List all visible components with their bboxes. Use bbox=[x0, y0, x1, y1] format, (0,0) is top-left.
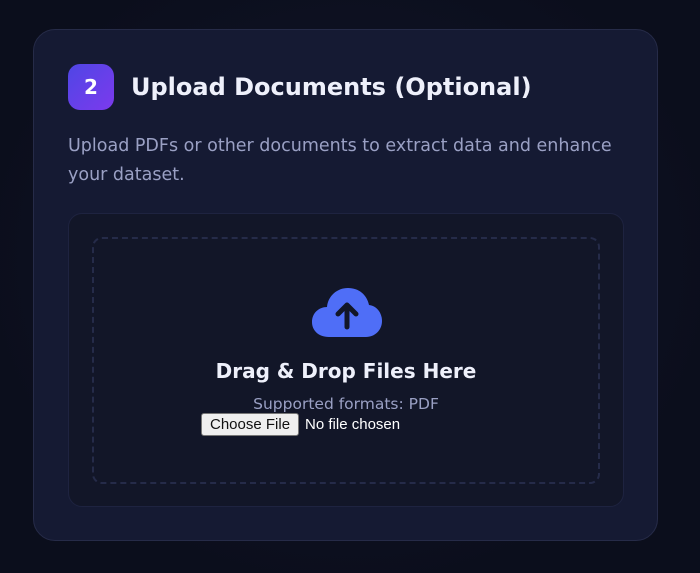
card-title: Upload Documents (Optional) bbox=[131, 73, 532, 101]
choose-file-button[interactable]: Choose File bbox=[201, 413, 300, 436]
drop-area[interactable]: Drag & Drop Files Here Supported formats… bbox=[92, 237, 600, 484]
file-input[interactable]: Choose File No file chosen bbox=[201, 413, 400, 436]
step-number-badge: 2 bbox=[68, 64, 114, 110]
upload-documents-card: 2 Upload Documents (Optional) Upload PDF… bbox=[33, 29, 658, 541]
page: 2 Upload Documents (Optional) Upload PDF… bbox=[0, 0, 700, 573]
upload-zone: Drag & Drop Files Here Supported formats… bbox=[68, 213, 624, 507]
drop-title: Drag & Drop Files Here bbox=[215, 359, 477, 383]
supported-formats: Supported formats: PDF bbox=[253, 395, 439, 413]
cloud-upload-icon bbox=[312, 288, 382, 337]
file-status: No file chosen bbox=[305, 416, 401, 433]
card-description: Upload PDFs or other documents to extrac… bbox=[68, 136, 612, 185]
